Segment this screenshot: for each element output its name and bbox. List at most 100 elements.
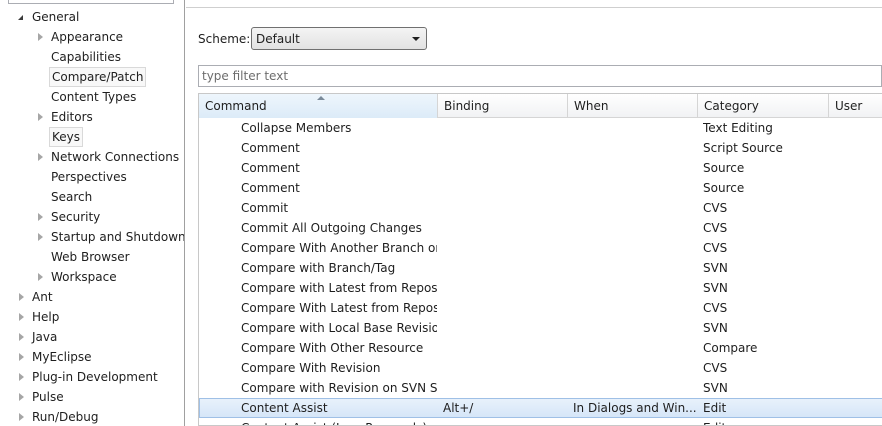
cell-user bbox=[834, 218, 882, 238]
tree-item[interactable]: Help bbox=[0, 307, 184, 327]
tree-item[interactable]: Security bbox=[0, 207, 184, 227]
tree-item[interactable]: Plug-in Development bbox=[0, 367, 184, 387]
sort-ascending-icon bbox=[317, 96, 325, 100]
tree-item-label: Pulse bbox=[32, 390, 64, 404]
tree-item[interactable]: Run/Debug bbox=[0, 407, 184, 426]
cell-category: Source bbox=[703, 161, 745, 175]
table-row[interactable]: Compare With Latest from Repository CVS bbox=[199, 298, 882, 318]
cell-command: Comment bbox=[241, 141, 300, 155]
cell-command: Compare With Other Resource bbox=[241, 341, 424, 355]
column-header-user[interactable]: User bbox=[829, 94, 882, 118]
collapsed-arrow-icon[interactable] bbox=[35, 147, 47, 167]
tree-item[interactable]: Perspectives bbox=[0, 167, 184, 187]
cell-category: SVN bbox=[703, 321, 728, 335]
collapsed-arrow-icon[interactable] bbox=[16, 367, 28, 387]
page-title-strip bbox=[186, 0, 882, 8]
tree-item[interactable]: Startup and Shutdown bbox=[0, 227, 184, 247]
cell-binding bbox=[443, 138, 567, 158]
cell-user bbox=[834, 138, 882, 158]
preferences-tree: General Appearance Capabilities Compare/Pat… bbox=[0, 0, 185, 426]
collapsed-arrow-icon[interactable] bbox=[16, 287, 28, 307]
table-row[interactable]: Comment Script Source bbox=[199, 138, 882, 158]
tree-item-label: Keys bbox=[49, 127, 84, 147]
cell-category: CVS bbox=[703, 361, 728, 375]
column-header-command[interactable]: Command bbox=[199, 94, 438, 118]
tree-item[interactable]: MyEclipse bbox=[0, 347, 184, 367]
tree-item[interactable]: Editors bbox=[0, 107, 184, 127]
cell-user bbox=[834, 298, 882, 318]
filter-input[interactable] bbox=[198, 65, 882, 87]
cell-when bbox=[573, 418, 697, 425]
scheme-dropdown[interactable]: Default bbox=[251, 27, 427, 50]
cell-when bbox=[573, 198, 697, 218]
tree-item[interactable]: Capabilities bbox=[0, 47, 184, 67]
tree-item[interactable]: Java bbox=[0, 327, 184, 347]
tree-item-label: Editors bbox=[51, 110, 93, 124]
collapsed-arrow-icon[interactable] bbox=[35, 227, 47, 247]
cell-binding bbox=[443, 158, 567, 178]
cell-category: Edit bbox=[703, 401, 727, 415]
tree-item[interactable]: Workspace bbox=[0, 267, 184, 287]
cell-command: Compare With Revision bbox=[241, 361, 381, 375]
tree-item[interactable]: General bbox=[0, 7, 184, 27]
table-row[interactable]: Content Assist Alt+/ In Dialogs and Win...… bbox=[199, 398, 882, 418]
collapsed-arrow-icon[interactable] bbox=[16, 387, 28, 407]
tree-item[interactable]: Ant bbox=[0, 287, 184, 307]
tree-item[interactable]: Content Types bbox=[0, 87, 184, 107]
table-row[interactable]: Content Assist (Java Proposals) Edit bbox=[199, 418, 882, 425]
table-row[interactable]: Compare with Local Base Revision SVN bbox=[199, 318, 882, 338]
table-row[interactable]: Compare With Revision CVS bbox=[199, 358, 882, 378]
table-row[interactable]: Comment Source bbox=[199, 158, 882, 178]
tree-item-label: MyEclipse bbox=[32, 350, 92, 364]
tree-filter-input[interactable] bbox=[8, 0, 174, 4]
table-row[interactable]: Commit All Outgoing Changes CVS bbox=[199, 218, 882, 238]
tree-item[interactable]: Keys bbox=[0, 127, 184, 147]
cell-command: Compare with Latest from Repository bbox=[241, 281, 437, 295]
column-header-binding[interactable]: Binding bbox=[438, 94, 568, 118]
table-row[interactable]: Collapse Members Text Editing bbox=[199, 118, 882, 138]
cell-when bbox=[573, 118, 697, 138]
collapsed-arrow-icon[interactable] bbox=[16, 407, 28, 426]
cell-category: Edit bbox=[703, 418, 827, 425]
collapsed-arrow-icon[interactable] bbox=[16, 307, 28, 327]
table-row[interactable]: Commit CVS bbox=[199, 198, 882, 218]
table-row[interactable]: Compare with Revision on SVN Server SVN bbox=[199, 378, 882, 398]
collapsed-arrow-icon[interactable] bbox=[35, 27, 47, 47]
cell-category: Script Source bbox=[703, 141, 783, 155]
expanded-arrow-icon[interactable] bbox=[16, 7, 28, 27]
tree-item-label: Plug-in Development bbox=[32, 370, 158, 384]
collapsed-arrow-icon[interactable] bbox=[35, 107, 47, 127]
table-row[interactable]: Comment Source bbox=[199, 178, 882, 198]
collapsed-arrow-icon[interactable] bbox=[16, 327, 28, 347]
tree-item[interactable]: Pulse bbox=[0, 387, 184, 407]
tree-item[interactable]: Web Browser bbox=[0, 247, 184, 267]
column-header-category[interactable]: Category bbox=[698, 94, 829, 118]
column-header-command-label: Command bbox=[205, 99, 267, 113]
tree-item-label: Help bbox=[32, 310, 60, 324]
cell-command: Commit All Outgoing Changes bbox=[241, 221, 422, 235]
collapsed-arrow-icon[interactable] bbox=[16, 347, 28, 367]
cell-user bbox=[834, 418, 882, 425]
cell-binding bbox=[443, 298, 567, 318]
cell-command: Compare with Branch/Tag bbox=[241, 261, 396, 275]
tree-item[interactable]: Network Connections bbox=[0, 147, 184, 167]
tree-item[interactable]: Appearance bbox=[0, 27, 184, 47]
tree-item[interactable]: Search bbox=[0, 187, 184, 207]
column-header-when[interactable]: When bbox=[568, 94, 698, 118]
cell-user bbox=[834, 178, 882, 198]
cell-user bbox=[834, 238, 882, 258]
cell-user bbox=[834, 118, 882, 138]
table-row[interactable]: Compare with Latest from Repository SVN bbox=[199, 278, 882, 298]
cell-binding: Alt+/ bbox=[443, 401, 474, 415]
cell-user bbox=[834, 278, 882, 298]
collapsed-arrow-icon[interactable] bbox=[35, 207, 47, 227]
tree-item-label: Appearance bbox=[51, 30, 124, 44]
table-row[interactable]: Compare With Other Resource Compare bbox=[199, 338, 882, 358]
table-row[interactable]: Compare with Branch/Tag SVN bbox=[199, 258, 882, 278]
cell-command: Compare With Latest from Repository bbox=[241, 301, 437, 315]
cell-command: Compare with Local Base Revision bbox=[241, 321, 437, 335]
collapsed-arrow-icon[interactable] bbox=[35, 267, 47, 287]
tree-item-label: Workspace bbox=[51, 270, 117, 284]
table-row[interactable]: Compare With Another Branch or Version CV… bbox=[199, 238, 882, 258]
tree-item[interactable]: Compare/Patch bbox=[0, 67, 184, 87]
